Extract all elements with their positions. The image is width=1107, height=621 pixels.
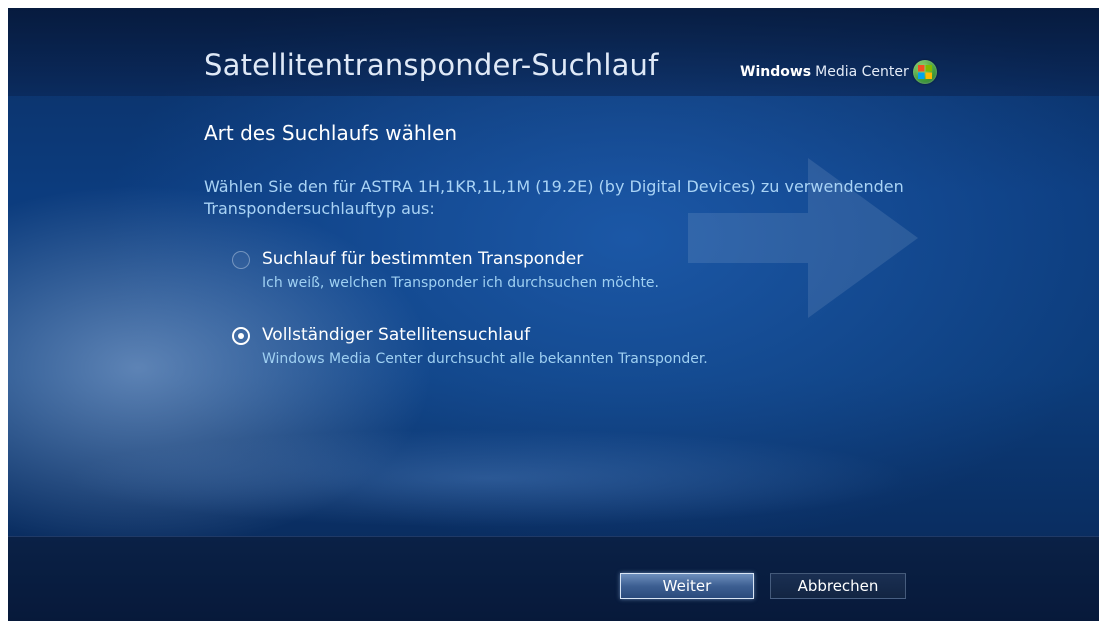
footer-band	[8, 536, 1099, 621]
cancel-button[interactable]: Abbrechen	[770, 573, 906, 599]
option-label: Suchlauf für bestimmten Transponder	[262, 249, 584, 269]
windows-media-center-logo: Windows Media Center	[740, 60, 937, 84]
option-label: Vollständiger Satellitensuchlauf	[262, 325, 531, 345]
option-specific-transponder[interactable]: Suchlauf für bestimmten Transponder Ich …	[232, 248, 659, 293]
media-center-window: Satellitentransponder-Suchlauf Windows M…	[8, 8, 1099, 621]
instruction-text: Wählen Sie den für ASTRA 1H,1KR,1L,1M (1…	[204, 177, 904, 218]
brand-bold: Windows	[740, 64, 812, 80]
option-text: Vollständiger Satellitensuchlauf Windows…	[262, 324, 708, 369]
next-button[interactable]: Weiter	[620, 573, 754, 599]
section-heading: Art des Suchlaufs wählen	[204, 121, 458, 145]
background-swoosh	[8, 388, 1099, 538]
radio-button-unselected[interactable]	[232, 251, 250, 269]
option-full-satellite-scan[interactable]: Vollständiger Satellitensuchlauf Windows…	[232, 324, 708, 369]
option-sublabel: Ich weiß, welchen Transponder ich durchs…	[262, 275, 659, 291]
brand-rest: Media Center	[815, 64, 909, 80]
radio-button-selected[interactable]	[232, 327, 250, 345]
page-title: Satellitentransponder-Suchlauf	[204, 48, 659, 82]
option-text: Suchlauf für bestimmten Transponder Ich …	[262, 248, 659, 293]
option-sublabel: Windows Media Center durchsucht alle bek…	[262, 351, 708, 367]
windows-orb-icon	[912, 60, 937, 84]
